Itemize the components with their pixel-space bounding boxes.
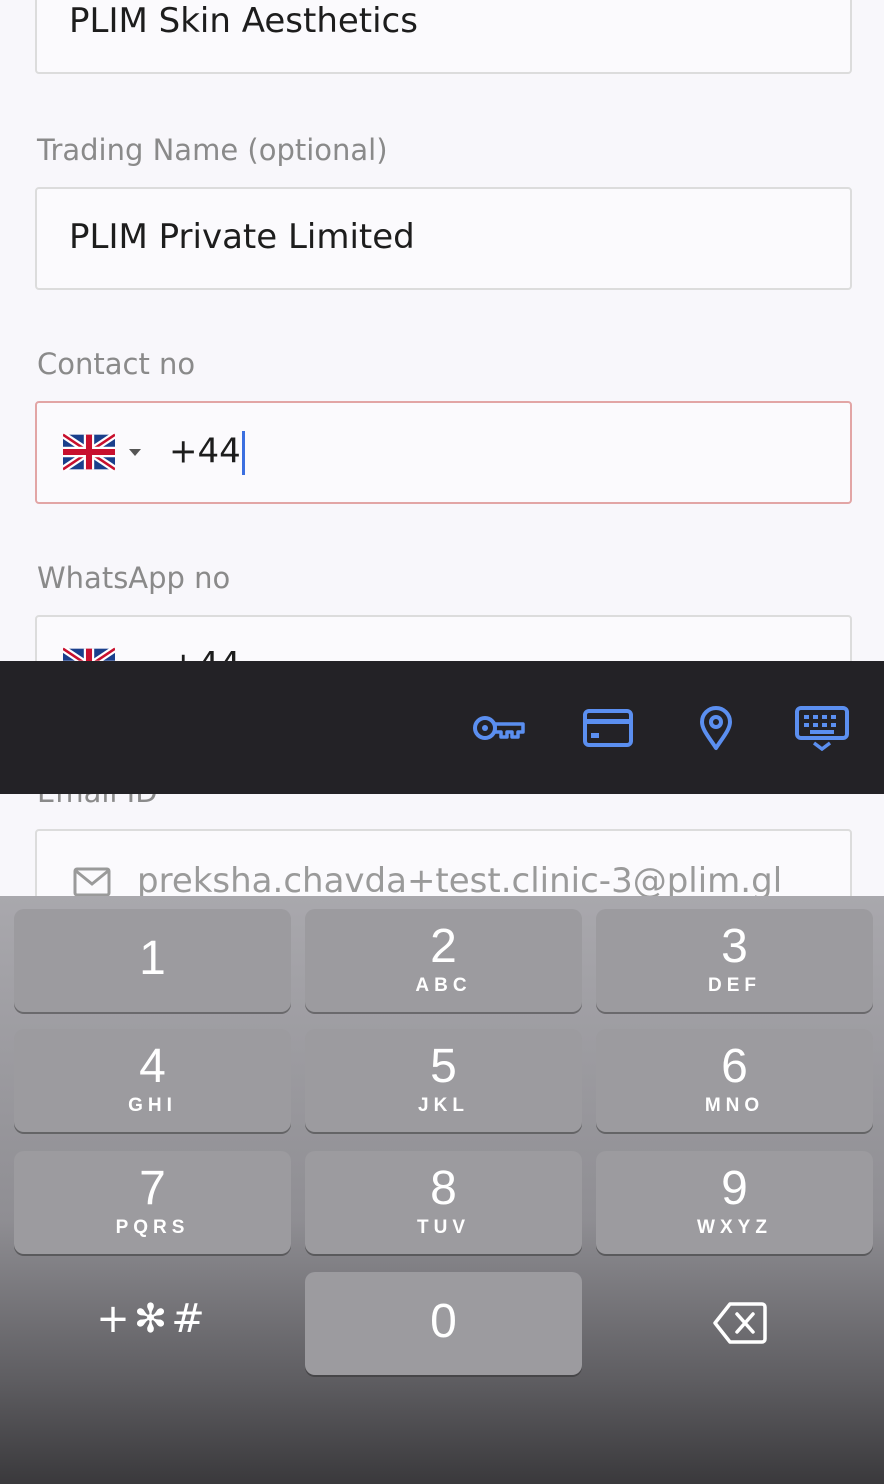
key-4[interactable]: 4 GHI <box>14 1029 291 1132</box>
country-picker[interactable] <box>63 433 149 475</box>
key-digit: 6 <box>721 1040 748 1093</box>
key-digit: 0 <box>430 1295 457 1348</box>
key-digit: 2 <box>430 920 457 973</box>
key-1[interactable]: 1 <box>14 909 291 1012</box>
trading-name-field[interactable]: PLIM Private Limited <box>35 187 852 290</box>
key-digit: 1 <box>139 932 166 985</box>
backspace-icon <box>713 1302 767 1344</box>
key-letters: ABC <box>415 975 472 996</box>
key-2[interactable]: 2 ABC <box>305 909 582 1012</box>
key-digit: 5 <box>430 1040 457 1093</box>
key-3[interactable]: 3 DEF <box>596 909 873 1012</box>
contact-no-label: Contact no <box>37 347 196 381</box>
key-8[interactable]: 8 TUV <box>305 1151 582 1254</box>
email-value: preksha.chavda+test.clinic-3@plim.gl <box>137 861 783 901</box>
whatsapp-no-label: WhatsApp no <box>37 561 231 595</box>
key-letters: DEF <box>708 975 761 996</box>
symbols-key[interactable]: +✻# <box>14 1272 291 1375</box>
key-letters: MNO <box>704 1095 765 1116</box>
mail-icon <box>73 867 111 897</box>
contact-no-value: +44 <box>169 431 245 475</box>
delete-key[interactable] <box>596 1272 873 1375</box>
location-pin-icon[interactable] <box>697 703 735 753</box>
key-letters: WXYZ <box>697 1217 772 1238</box>
key-digit: 3 <box>721 920 748 973</box>
key-letters: TUV <box>417 1217 470 1238</box>
keyboard-accessory-bar <box>0 661 884 794</box>
credit-card-icon[interactable] <box>583 703 633 753</box>
key-digit: 4 <box>139 1040 166 1093</box>
key-9[interactable]: 9 WXYZ <box>596 1151 873 1254</box>
key-letters: JKL <box>418 1095 469 1116</box>
uk-flag-icon <box>63 433 115 471</box>
keyboard-dismiss-icon[interactable] <box>794 703 850 753</box>
key-icon[interactable] <box>472 703 526 753</box>
key-7[interactable]: 7 PQRS <box>14 1151 291 1254</box>
business-name-field[interactable]: PLIM Skin Aesthetics <box>35 0 852 74</box>
symbols-label: +✻# <box>96 1296 209 1342</box>
chevron-down-icon <box>129 449 141 456</box>
numeric-keypad: 1 2 ABC 3 DEF 4 GHI 5 JKL 6 MNO 7 PQRS 8… <box>0 896 884 1484</box>
business-name-value: PLIM Skin Aesthetics <box>69 1 418 41</box>
contact-no-field[interactable]: +44 <box>35 401 852 504</box>
key-letters: GHI <box>128 1095 177 1116</box>
trading-name-value: PLIM Private Limited <box>69 217 415 257</box>
key-digit: 7 <box>139 1162 166 1215</box>
trading-name-label: Trading Name (optional) <box>37 133 388 167</box>
key-digit: 8 <box>430 1162 457 1215</box>
key-digit: 9 <box>721 1162 748 1215</box>
contact-no-text: +44 <box>169 431 241 472</box>
text-cursor <box>241 431 245 475</box>
key-0[interactable]: 0 <box>305 1272 582 1375</box>
key-letters: PQRS <box>115 1217 190 1238</box>
key-6[interactable]: 6 MNO <box>596 1029 873 1132</box>
key-5[interactable]: 5 JKL <box>305 1029 582 1132</box>
